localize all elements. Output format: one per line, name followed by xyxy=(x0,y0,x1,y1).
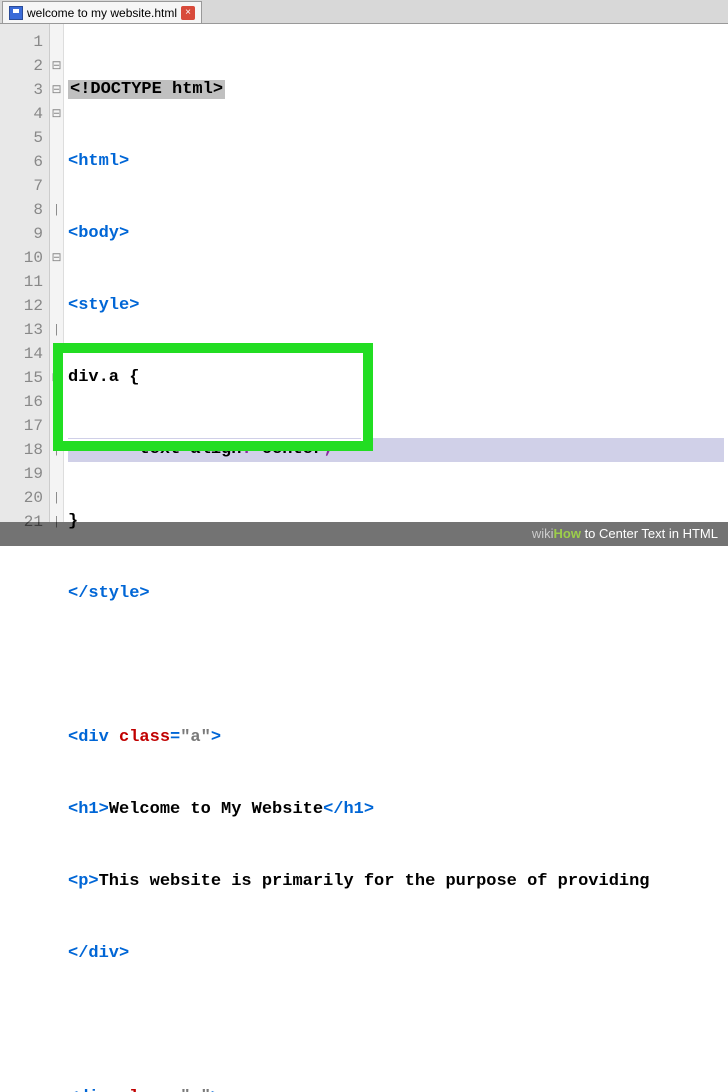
fold-column: ⊟⊟ ⊟ | ⊟ |⊟ | || xyxy=(50,24,64,522)
watermark: wikiHow to Center Text in HTML xyxy=(0,522,728,546)
doctype: <!DOCTYPE html> xyxy=(68,80,225,99)
tab-bar: welcome to my website.html × xyxy=(0,0,728,24)
close-icon[interactable]: × xyxy=(181,6,195,20)
line-gutter: 123 456 789 101112 131415 161718 192021 xyxy=(0,24,50,522)
file-tab[interactable]: welcome to my website.html × xyxy=(2,1,202,23)
code-editor[interactable]: 123 456 789 101112 131415 161718 192021 … xyxy=(0,24,728,522)
tab-filename: welcome to my website.html xyxy=(27,6,177,20)
code-area[interactable]: <!DOCTYPE html> <html> <body> <style> di… xyxy=(64,24,728,522)
floppy-icon xyxy=(9,6,23,20)
